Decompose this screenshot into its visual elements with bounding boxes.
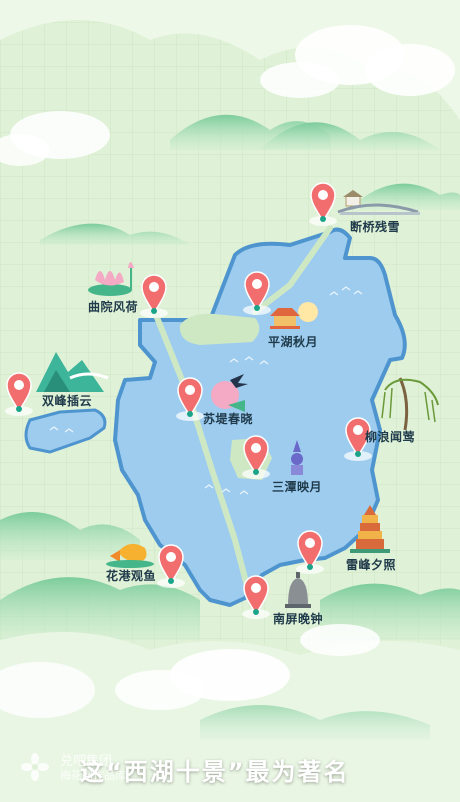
spot-label-santan[interactable]: 三潭映月	[272, 478, 322, 495]
pin-shuangfeng[interactable]	[5, 372, 33, 416]
pin-pinghu[interactable]	[243, 271, 271, 315]
watermark-line2: 梅花网作品库	[60, 769, 126, 782]
spot-label-nanping[interactable]: 南屏晚钟	[273, 610, 323, 627]
pin-quyuan[interactable]	[140, 274, 168, 318]
pin-nanping[interactable]	[242, 575, 270, 619]
spot-label-shuangfeng[interactable]: 双峰插云	[42, 392, 92, 409]
spot-label-leifeng[interactable]: 雷峰夕照	[346, 556, 396, 573]
pin-leifeng[interactable]	[296, 530, 324, 574]
spot-label-quyuan[interactable]: 曲院风荷	[88, 298, 138, 315]
pin-sudi[interactable]	[176, 377, 204, 421]
spot-label-huagang[interactable]: 花港观鱼	[106, 567, 156, 584]
pin-duanqiao[interactable]	[309, 182, 337, 226]
spot-label-liulang[interactable]: 柳浪闻莺	[365, 428, 415, 445]
spot-label-sudi[interactable]: 苏堤春晓	[203, 410, 253, 427]
pin-huagang[interactable]	[157, 544, 185, 588]
spot-label-pinghu[interactable]: 平湖秋月	[268, 333, 318, 350]
pin-santan[interactable]	[242, 435, 270, 479]
flower-logo-icon	[21, 753, 49, 781]
spot-label-duanqiao[interactable]: 断桥残雪	[350, 218, 400, 235]
